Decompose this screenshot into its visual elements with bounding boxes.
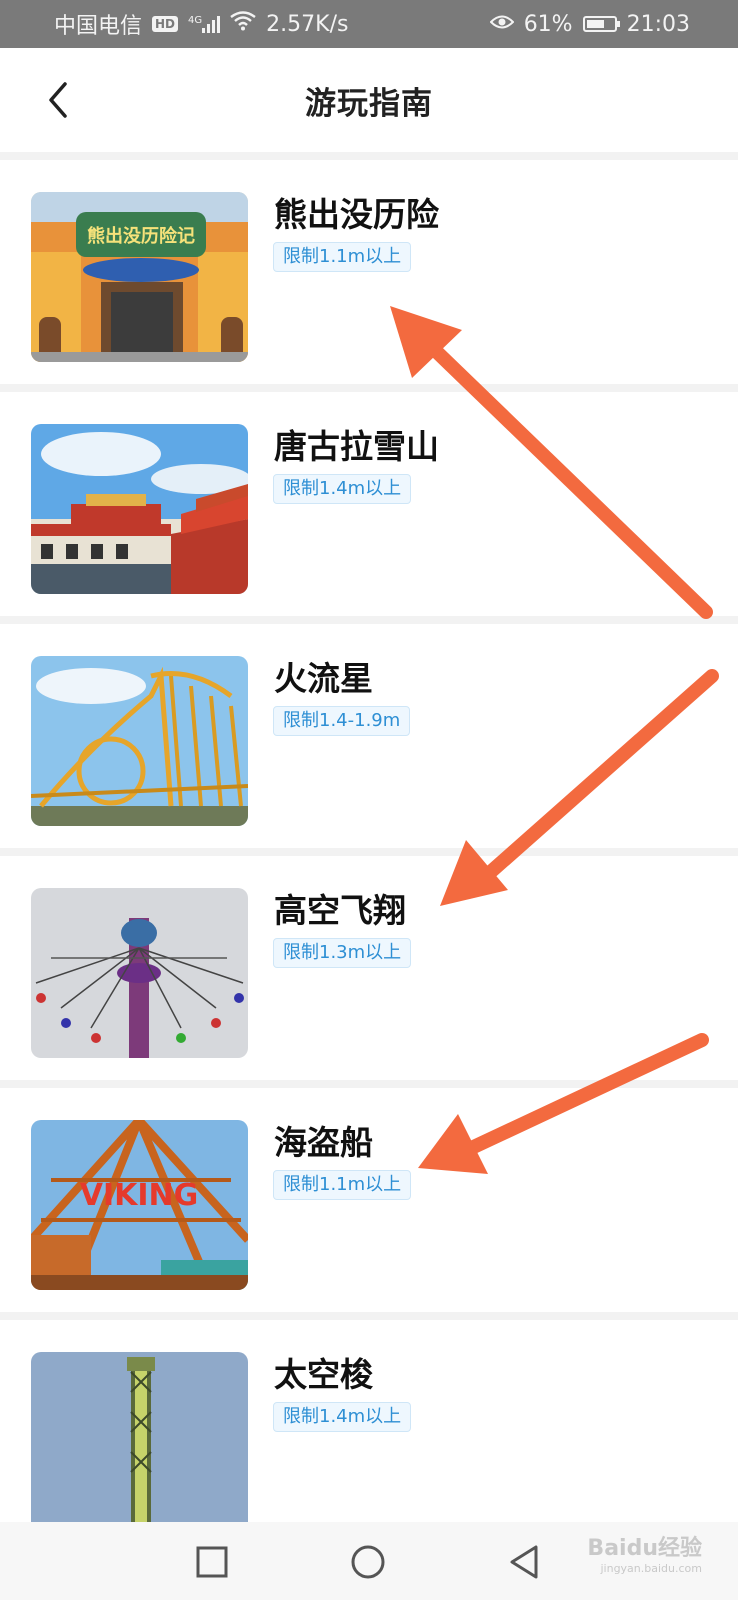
clock: 21:03 bbox=[626, 11, 690, 37]
ride-thumbnail bbox=[31, 424, 248, 594]
ride-title: 海盗船 bbox=[274, 1123, 373, 1162]
ride-thumbnail bbox=[31, 656, 248, 826]
ride-card[interactable]: 太空梭 限制1.4m以上 bbox=[0, 1320, 738, 1522]
ride-card[interactable]: 高空飞翔 限制1.3m以上 bbox=[0, 856, 738, 1080]
ride-card[interactable]: 熊出没历险记 熊出没历险 限制1.1m以上 bbox=[0, 160, 738, 384]
battery-percent: 61% bbox=[523, 11, 573, 37]
height-limit-badge: 限制1.1m以上 bbox=[273, 242, 412, 272]
status-left: 中国电信 HD 4G 2.57K/s bbox=[54, 8, 348, 40]
status-right: 61% 21:03 bbox=[489, 11, 690, 37]
ride-thumbnail: VIKING bbox=[31, 1120, 248, 1290]
ride-title: 高空飞翔 bbox=[274, 891, 406, 930]
ride-card[interactable]: VIKING 海盗船 限制1.1m以上 bbox=[0, 1088, 738, 1312]
baidu-watermark: Baidu经验 jingyan.baidu.com bbox=[552, 1536, 702, 1584]
battery-icon bbox=[582, 16, 620, 32]
ride-thumbnail bbox=[31, 1352, 248, 1522]
network-speed: 2.57K/s bbox=[266, 11, 349, 37]
ride-title: 太空梭 bbox=[274, 1355, 373, 1394]
chevron-left-icon bbox=[49, 82, 67, 118]
ride-title: 熊出没历险 bbox=[274, 195, 439, 234]
home-button[interactable] bbox=[348, 1542, 388, 1582]
cellular-signal-icon: 4G bbox=[188, 15, 221, 33]
ride-thumbnail bbox=[31, 888, 248, 1058]
hd-icon: HD bbox=[152, 16, 179, 32]
watermark-brand: Baidu经验 bbox=[587, 1536, 702, 1561]
svg-text:熊出没历险记: 熊出没历险记 bbox=[87, 225, 195, 247]
ride-card[interactable]: 唐古拉雪山 限制1.4m以上 bbox=[0, 392, 738, 616]
svg-text:VIKING: VIKING bbox=[80, 1178, 199, 1213]
ride-thumbnail: 熊出没历险记 bbox=[31, 192, 248, 362]
height-limit-badge: 限制1.4m以上 bbox=[273, 1402, 412, 1432]
recent-apps-button[interactable] bbox=[192, 1542, 232, 1582]
nav-back-button[interactable] bbox=[506, 1542, 546, 1582]
circle-icon bbox=[351, 1545, 385, 1579]
app-header: 游玩指南 bbox=[0, 48, 738, 152]
height-limit-badge: 限制1.3m以上 bbox=[273, 938, 412, 968]
ride-title: 火流星 bbox=[274, 659, 373, 698]
height-limit-badge: 限制1.4m以上 bbox=[273, 474, 412, 504]
back-button[interactable] bbox=[34, 76, 82, 124]
ride-title: 唐古拉雪山 bbox=[274, 427, 439, 466]
network-type-label: 4G bbox=[188, 15, 203, 26]
ride-card[interactable]: 火流星 限制1.4-1.9m bbox=[0, 624, 738, 848]
back-triangle-icon bbox=[510, 1545, 538, 1579]
square-icon bbox=[196, 1546, 228, 1578]
status-bar: 中国电信 HD 4G 2.57K/s 61% 21:03 bbox=[0, 0, 738, 48]
height-limit-badge: 限制1.1m以上 bbox=[273, 1170, 412, 1200]
height-limit-badge: 限制1.4-1.9m bbox=[273, 706, 411, 736]
carrier-label: 中国电信 bbox=[54, 14, 143, 39]
watermark-url: jingyan.baidu.com bbox=[600, 1562, 702, 1575]
eye-comfort-icon bbox=[489, 12, 515, 37]
page-title: 游玩指南 bbox=[305, 85, 433, 122]
ride-list[interactable]: 熊出没历险记 熊出没历险 限制1.1m以上 唐古拉雪山 限制1.4m以上 火流星… bbox=[0, 152, 738, 1522]
wifi-icon bbox=[230, 11, 256, 37]
